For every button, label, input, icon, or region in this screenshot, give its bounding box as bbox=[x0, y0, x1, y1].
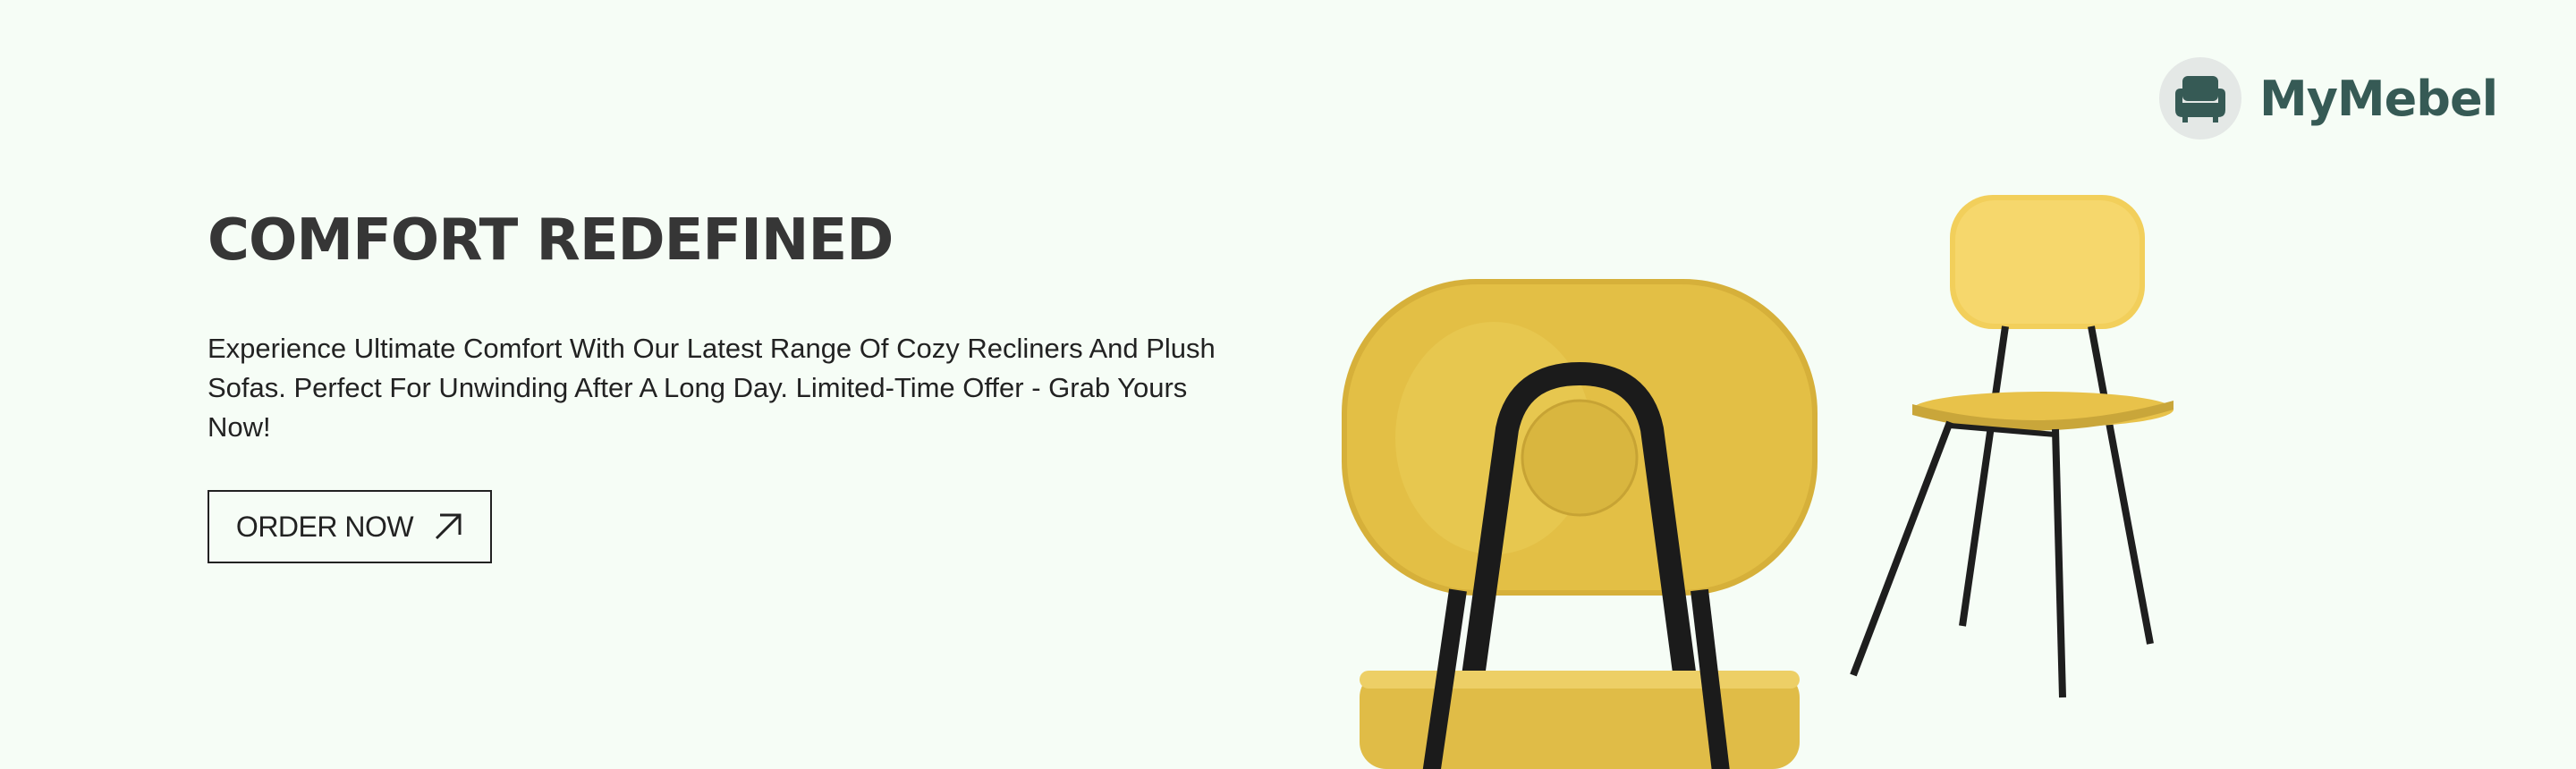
hero-title: COMFORT REDEFINED bbox=[208, 207, 894, 274]
armchair-icon bbox=[2159, 57, 2241, 139]
hero-banner: MyMebel COMFORT REDEFINED Experience Ult… bbox=[0, 0, 2576, 769]
large-chair-image bbox=[1342, 279, 1818, 769]
chairs-product-image bbox=[1342, 195, 2174, 769]
brand-logo[interactable]: MyMebel bbox=[2159, 55, 2498, 141]
order-now-button[interactable]: ORDER NOW bbox=[208, 490, 492, 563]
brand-name: MyMebel bbox=[2259, 70, 2498, 127]
hero-description: Experience Ultimate Comfort With Our Lat… bbox=[208, 333, 1216, 443]
small-chair-image bbox=[1850, 195, 2174, 698]
arrow-up-right-icon bbox=[436, 513, 462, 540]
order-now-label: ORDER NOW bbox=[235, 510, 414, 543]
